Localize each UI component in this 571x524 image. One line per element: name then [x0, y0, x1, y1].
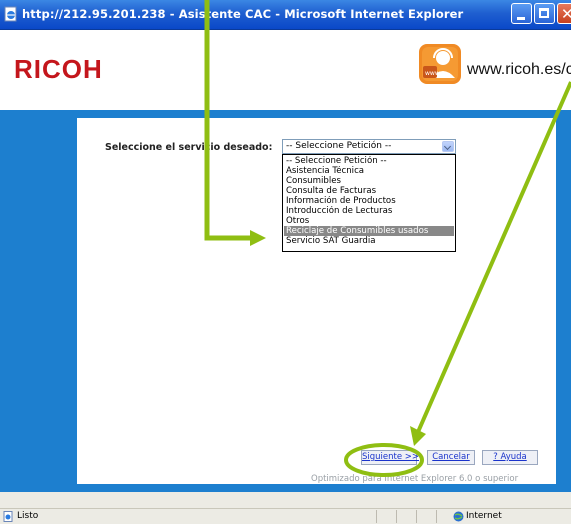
window-titlebar[interactable]: http://212.95.201.238 - Asistente CAC - … — [0, 0, 571, 30]
status-divider — [376, 510, 396, 523]
minimize-icon — [517, 17, 525, 20]
frame-top-border — [0, 110, 571, 118]
browser-note: Optimizado para Internet Explorer 6.0 o … — [311, 474, 519, 484]
window-title: http://212.95.201.238 - Asistente CAC - … — [22, 7, 464, 21]
select-value: -- Seleccione Petición -- — [286, 141, 392, 151]
dropdown-option[interactable]: Consumibles — [284, 176, 454, 186]
status-divider — [396, 510, 416, 523]
dropdown-option[interactable]: Asistencia Técnica — [284, 166, 454, 176]
window-bottom-strip — [0, 492, 571, 508]
status-text: Listo — [17, 511, 39, 521]
svg-text:www: www — [425, 70, 440, 77]
dropdown-option[interactable]: Servicio SAT Guardia — [284, 236, 454, 246]
chevron-down-icon[interactable] — [442, 141, 454, 152]
globe-icon — [453, 511, 464, 522]
help-button[interactable]: ? Ayuda — [482, 450, 538, 465]
next-button[interactable]: Siguiente >> — [361, 450, 419, 465]
window-controls: ✕ — [511, 3, 571, 25]
close-button[interactable]: ✕ — [557, 3, 571, 24]
minimize-button[interactable] — [511, 3, 532, 24]
status-divider — [416, 510, 436, 523]
dropdown-option[interactable]: Introducción de Lecturas — [284, 206, 454, 216]
frame-bottom-border — [0, 484, 571, 492]
dropdown-option[interactable]: Otros — [284, 216, 454, 226]
maximize-button[interactable] — [534, 3, 555, 24]
ie-page-icon — [4, 6, 17, 22]
dropdown-option-highlighted[interactable]: Reciclaje de Consumibles usados — [284, 226, 454, 236]
page-header: RICOH www www.ricoh.es/cac — [0, 30, 571, 110]
status-bar: Listo Internet — [0, 508, 571, 524]
cancel-button[interactable]: Cancelar — [427, 450, 475, 465]
service-select[interactable]: -- Seleccione Petición -- — [282, 139, 456, 154]
dropdown-option[interactable]: -- Seleccione Petición -- — [284, 156, 454, 166]
security-zone: Internet — [466, 511, 502, 521]
close-icon: ✕ — [561, 5, 571, 23]
service-label: Seleccione el servicio deseado: — [105, 142, 273, 153]
page-status-icon — [3, 511, 13, 522]
maximize-icon — [539, 8, 549, 18]
dropdown-option[interactable]: Información de Productos — [284, 196, 454, 206]
dropdown-option[interactable]: Consulta de Facturas — [284, 186, 454, 196]
support-headset-icon: www — [419, 44, 461, 84]
frame-left-border — [0, 110, 77, 484]
ricoh-logo: RICOH — [14, 54, 103, 84]
site-url[interactable]: www.ricoh.es/cac — [467, 61, 571, 79]
frame-right-border — [556, 110, 571, 484]
service-dropdown-list[interactable]: -- Seleccione Petición -- Asistencia Téc… — [282, 154, 456, 252]
